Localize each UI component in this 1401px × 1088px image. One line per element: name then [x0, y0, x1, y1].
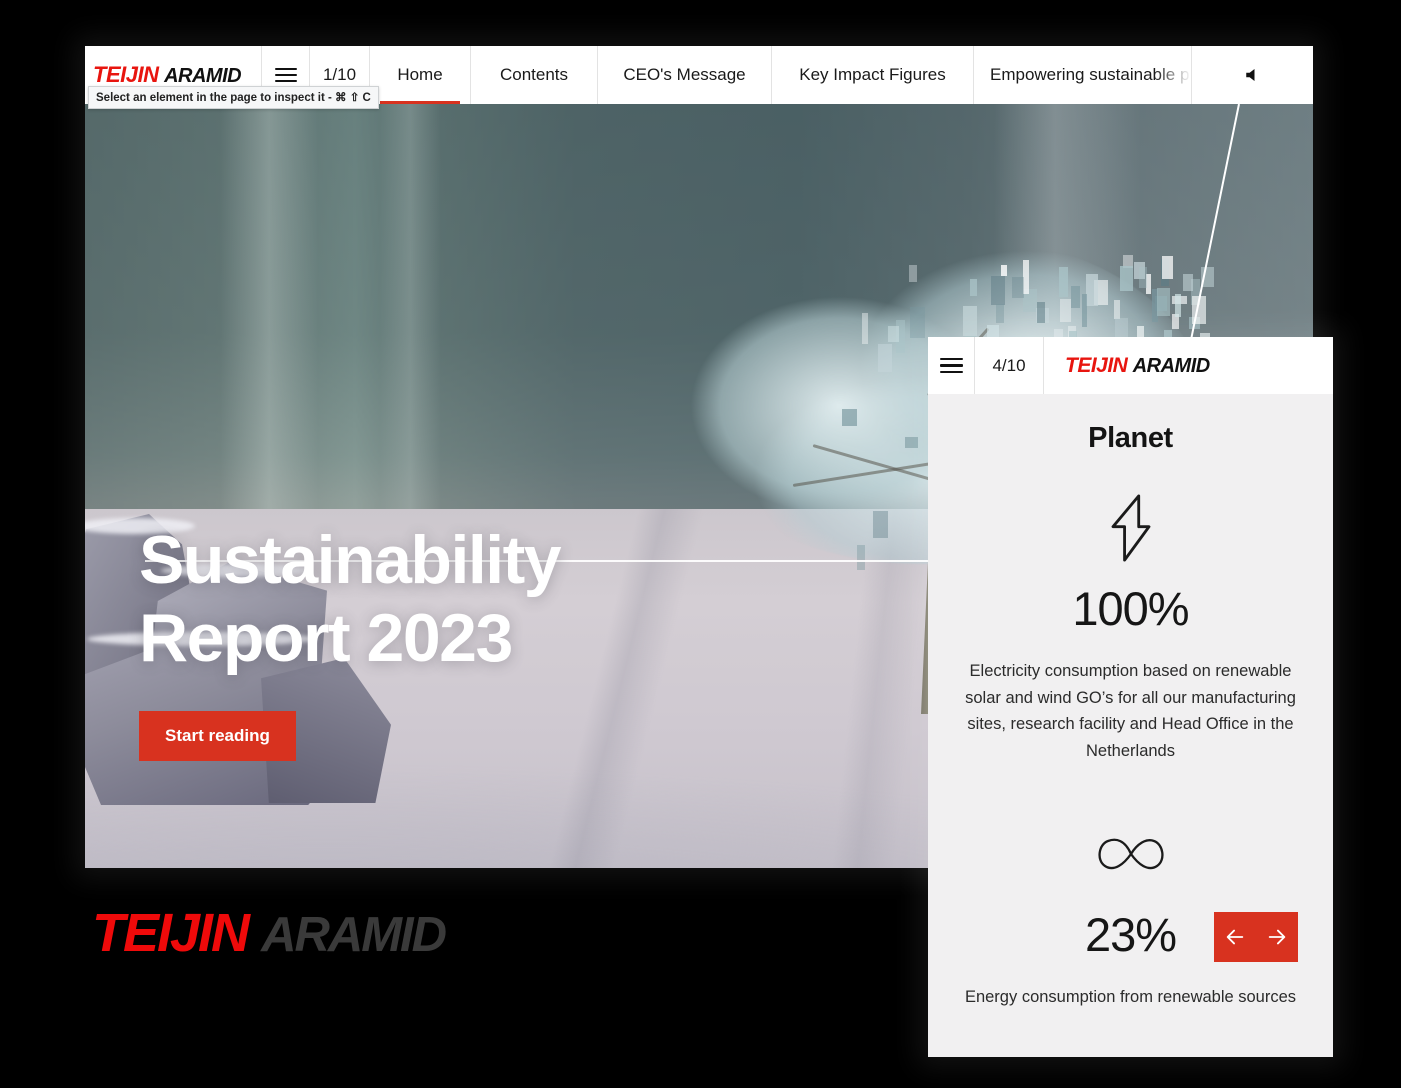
mobile-pagination-controls — [1214, 912, 1298, 962]
tab-key-impact-figures[interactable]: Key Impact Figures — [772, 46, 974, 104]
mobile-hamburger-menu-button[interactable] — [928, 337, 975, 394]
logo-teijin-text: TEIJIN — [1065, 354, 1127, 377]
pixel-block — [1114, 300, 1120, 319]
lightning-bolt-icon — [1099, 492, 1163, 564]
pixel-block — [1183, 274, 1193, 291]
teijin-aramid-logo: TEIJIN ARAMID — [1065, 355, 1210, 376]
pixel-block — [963, 306, 977, 337]
pixel-block — [910, 307, 925, 338]
arrow-left-icon — [1224, 926, 1246, 948]
stat-description: Energy consumption from renewable source… — [964, 984, 1297, 1011]
mobile-navbar: 4/10 TEIJIN ARAMID — [928, 337, 1333, 394]
pixel-block — [1071, 286, 1079, 307]
pixel-block — [909, 265, 918, 282]
pixel-block — [862, 313, 868, 344]
stat-value: 100% — [964, 581, 1297, 636]
previous-page-button[interactable] — [1214, 912, 1256, 962]
tab-home[interactable]: Home — [370, 46, 471, 104]
mobile-page-indicator: 4/10 — [975, 337, 1044, 394]
stat-icon-wrap — [964, 489, 1297, 567]
speaker-sound-icon — [1244, 66, 1262, 84]
hamburger-menu-icon — [940, 358, 963, 374]
tab-contents[interactable]: Contents — [471, 46, 598, 104]
pixel-block — [1175, 294, 1182, 317]
start-reading-button[interactable]: Start reading — [139, 711, 296, 761]
teijin-aramid-logo: TEIJIN ARAMID — [93, 64, 241, 86]
devtools-inspect-tooltip: Select an element in the page to inspect… — [88, 86, 379, 109]
stat-description: Electricity consumption based on renewab… — [964, 658, 1297, 765]
section-heading-planet: Planet — [964, 422, 1297, 455]
logo-aramid-text: ARAMID — [1133, 355, 1210, 377]
pixel-block — [1023, 260, 1029, 294]
pixel-block — [842, 409, 857, 426]
brand-teijin-text: TEIJIN — [92, 903, 248, 963]
arrow-right-icon — [1266, 926, 1288, 948]
pixel-block — [1157, 288, 1170, 316]
sound-toggle-button[interactable] — [1192, 46, 1313, 104]
stat-block: 100% Electricity consumption based on re… — [964, 489, 1297, 765]
pixel-block — [1037, 302, 1044, 324]
logo-aramid-text: ARAMID — [164, 65, 241, 87]
pixel-block — [873, 511, 888, 539]
mobile-preview-window: 4/10 TEIJIN ARAMID Planet 100% Electrici… — [928, 337, 1333, 1057]
pixel-block — [1060, 299, 1072, 322]
hero-copy-block: Sustainability Report 2023 Start reading — [139, 522, 560, 761]
pixel-block — [1139, 267, 1147, 288]
tab-ceos-message[interactable]: CEO's Message — [598, 46, 772, 104]
stat-icon-wrap — [964, 815, 1297, 893]
pixel-block — [970, 279, 977, 296]
tab-text-fade — [1155, 46, 1191, 104]
pixel-block — [991, 276, 1005, 305]
pixel-block — [1120, 266, 1133, 291]
desktop-navbar: TEIJIN ARAMID 1/10 Home Contents CEO's M… — [85, 46, 1313, 104]
pixel-block — [1086, 274, 1098, 306]
pixel-block — [888, 326, 900, 342]
mobile-logo[interactable]: TEIJIN ARAMID — [1044, 337, 1333, 394]
pixel-block — [1001, 265, 1007, 277]
tab-empowering-sustainable[interactable]: Empowering sustainable p — [974, 46, 1192, 104]
screenshot-stage: TEIJIN ARAMID 1/10 Home Contents CEO's M… — [0, 0, 1401, 1088]
next-page-button[interactable] — [1256, 912, 1298, 962]
pixel-block — [996, 304, 1004, 323]
brand-wordmark: TEIJIN ARAMID — [92, 906, 445, 960]
infinity-icon — [1092, 832, 1170, 876]
pixel-block — [878, 344, 892, 372]
pixel-block — [1012, 277, 1024, 299]
pixel-block — [857, 545, 864, 570]
brand-aramid-text: ARAMID — [261, 908, 445, 962]
hero-title-line-1: Sustainability — [139, 522, 560, 600]
pixel-block — [1162, 256, 1173, 279]
logo-teijin-text: TEIJIN — [93, 62, 158, 87]
hamburger-menu-icon — [275, 68, 297, 83]
pixel-block — [1082, 294, 1087, 327]
pixel-block — [905, 437, 918, 448]
hero-title: Sustainability Report 2023 — [139, 522, 560, 677]
pixel-block — [1059, 267, 1068, 297]
hero-title-line-2: Report 2023 — [139, 600, 560, 678]
